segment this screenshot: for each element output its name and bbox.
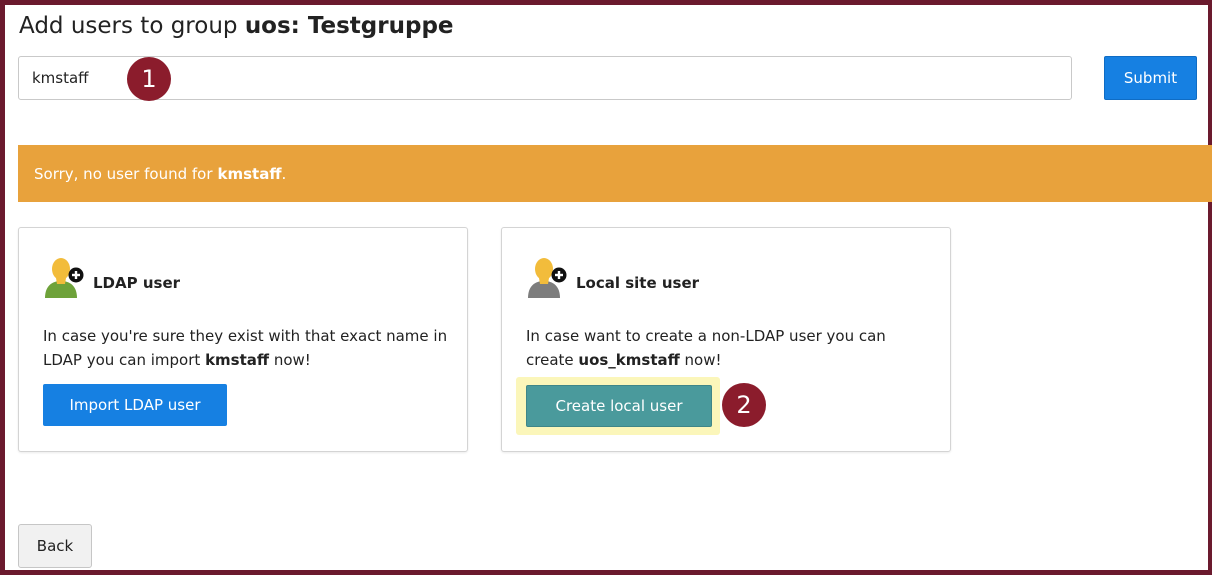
- ldap-text-after: now!: [269, 351, 311, 369]
- ldap-card-title: LDAP user: [93, 274, 181, 292]
- back-button[interactable]: Back: [18, 524, 92, 568]
- add-user-icon: [526, 255, 570, 303]
- page-title: Add users to group uos: Testgruppe: [19, 13, 454, 39]
- group-name: uos: Testgruppe: [244, 13, 454, 39]
- alert-username: kmstaff: [217, 164, 282, 183]
- local-card-title: Local site user: [576, 274, 700, 292]
- ldap-user-card: LDAP user In case you're sure they exist…: [18, 227, 468, 452]
- no-user-alert: Sorry, no user found for kmstaff.: [18, 145, 1212, 202]
- local-username: uos_kmstaff: [578, 351, 680, 369]
- step-marker-2: 2: [722, 383, 766, 427]
- create-button-highlight: Create local user: [516, 377, 720, 435]
- step-marker-1: 1: [127, 57, 171, 101]
- create-local-user-button[interactable]: Create local user: [526, 385, 712, 427]
- ldap-username: kmstaff: [205, 351, 270, 369]
- local-card-header: Local site user: [526, 255, 699, 303]
- local-text-after: now!: [679, 351, 722, 369]
- alert-text: Sorry, no user found for: [34, 164, 213, 183]
- import-ldap-user-button[interactable]: Import LDAP user: [43, 384, 227, 426]
- ldap-card-header: LDAP user: [43, 255, 180, 303]
- ldap-card-description: In case you're sure they exist with that…: [43, 324, 453, 372]
- local-card-description: In case want to create a non-LDAP user y…: [526, 324, 936, 372]
- search-input[interactable]: [18, 56, 1072, 100]
- submit-button[interactable]: Submit: [1104, 56, 1197, 100]
- page-title-prefix: Add users to group: [19, 13, 245, 39]
- alert-suffix: .: [281, 164, 287, 183]
- add-user-icon: [43, 255, 87, 303]
